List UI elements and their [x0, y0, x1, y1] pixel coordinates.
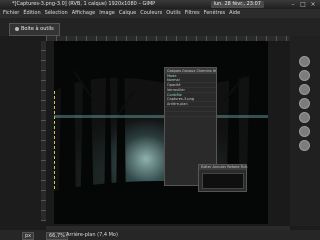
history-thumbnail	[202, 173, 244, 189]
toolbox-tab-label: Boite à outils	[21, 26, 54, 32]
dock-button-icon[interactable]	[299, 84, 310, 95]
window-controls: – □ ×	[288, 0, 318, 9]
forest-image	[54, 41, 268, 224]
title-bar: *[Captures-3.png-3.0] (RVB, 1 calque) 19…	[0, 0, 320, 9]
window-title: *[Captures-3.png-3.0] (RVB, 1 calque) 19…	[12, 1, 156, 7]
menu-view[interactable]: Affichage	[70, 9, 98, 18]
menu-layer[interactable]: Calque	[117, 9, 138, 18]
undo-panel-header[interactable]: Éditer Annuler Refaire Fich	[199, 165, 248, 170]
menu-select[interactable]: Sélection	[43, 9, 70, 18]
menu-edit[interactable]: Édition	[21, 9, 42, 18]
dock-button-icon[interactable]	[299, 98, 310, 109]
clock-tray[interactable]: lun. 28 févr., 23:07	[210, 1, 264, 8]
dock-button-icon[interactable]	[299, 126, 310, 137]
image-canvas[interactable]	[54, 41, 268, 224]
menu-image[interactable]: Image	[97, 9, 117, 18]
dock-button-icon[interactable]	[299, 140, 310, 151]
dock-button-icon[interactable]	[299, 112, 310, 123]
undo-history-panel[interactable]: Éditer Annuler Refaire Fich	[198, 164, 248, 192]
close-icon[interactable]: ×	[308, 0, 318, 9]
layers-row[interactable]	[165, 112, 216, 117]
dock-button-icon[interactable]	[299, 56, 310, 67]
menu-tools[interactable]: Outils	[164, 9, 182, 18]
menu-help[interactable]: Aide	[227, 9, 242, 18]
menu-file[interactable]: Fichier	[0, 9, 21, 18]
status-bar: px 66,7% Arrière-plan (7,4 Mo)	[0, 230, 320, 240]
menu-colors[interactable]: Couleurs	[138, 9, 164, 18]
status-message: Arrière-plan (7,4 Mo)	[66, 232, 118, 238]
dock-button-icon[interactable]	[299, 70, 310, 81]
toolbox-icon	[15, 26, 19, 31]
toolbox-tab[interactable]: Boite à outils	[9, 23, 60, 36]
right-dock	[290, 36, 320, 226]
zoom-select[interactable]: 66,7%	[46, 232, 68, 240]
menu-filters[interactable]: Filtres	[183, 9, 202, 18]
maximize-icon[interactable]: □	[298, 0, 308, 9]
menu-windows[interactable]: Fenêtres	[202, 9, 228, 18]
menu-bar: Fichier Édition Sélection Affichage Image Cal…	[0, 9, 320, 18]
minimize-icon[interactable]: –	[288, 0, 298, 9]
unit-select[interactable]: px	[22, 232, 35, 240]
